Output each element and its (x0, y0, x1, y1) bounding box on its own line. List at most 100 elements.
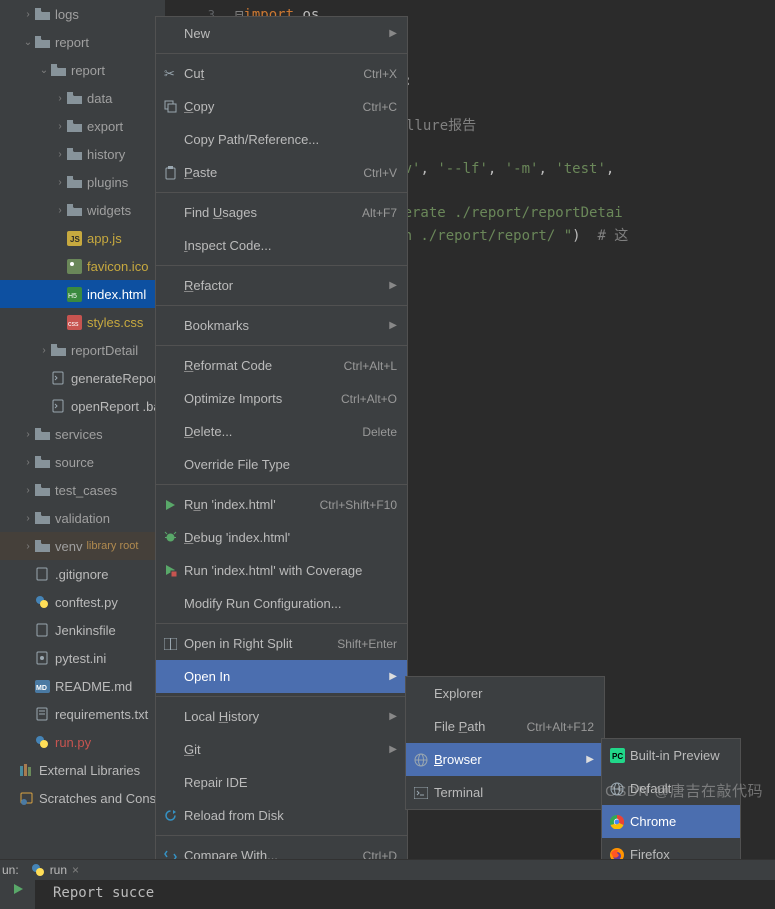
tree-item-export[interactable]: ›export (0, 112, 165, 140)
tree-item-widgets[interactable]: ›widgets (0, 196, 165, 224)
tree-item-conftest-py[interactable]: conftest.py (0, 588, 165, 616)
close-icon[interactable]: × (72, 863, 79, 877)
folder-icon (50, 342, 66, 358)
chevron-icon[interactable]: › (54, 177, 66, 188)
menu-item-reload-from-disk[interactable]: Reload from Disk (156, 799, 407, 832)
menu-item-built-in-preview[interactable]: PCBuilt-in Preview (602, 739, 740, 772)
menu-item-open-in-right-split[interactable]: Open in Right SplitShift+Enter (156, 627, 407, 660)
menu-item-terminal[interactable]: Terminal (406, 776, 604, 809)
chevron-icon[interactable]: › (22, 457, 34, 468)
menu-item-label: Open In (184, 669, 389, 684)
menu-item-paste[interactable]: PasteCtrl+V (156, 156, 407, 189)
tree-item-pytest-ini[interactable]: pytest.ini (0, 644, 165, 672)
svg-text:css: css (68, 321, 79, 328)
scr-icon (18, 790, 34, 806)
menu-item-browser[interactable]: Browser▶ (406, 743, 604, 776)
debug-icon (164, 531, 184, 544)
menu-item-find-usages[interactable]: Find UsagesAlt+F7 (156, 196, 407, 229)
chevron-icon[interactable]: › (22, 429, 34, 440)
tree-item-logs[interactable]: ›logs (0, 0, 165, 28)
chevron-icon[interactable]: ⌄ (22, 37, 34, 48)
run-icon[interactable] (12, 883, 24, 895)
run-tab-label: run (50, 863, 67, 877)
tree-item-requirements-txt[interactable]: requirements.txt (0, 700, 165, 728)
tree-item-data[interactable]: ›data (0, 84, 165, 112)
chevron-icon[interactable]: › (22, 9, 34, 20)
chevron-icon[interactable]: › (38, 345, 50, 356)
menu-item-repair-ide[interactable]: Repair IDE (156, 766, 407, 799)
menu-item-new[interactable]: New▶ (156, 17, 407, 50)
menu-item-inspect-code-[interactable]: Inspect Code... (156, 229, 407, 262)
tree-item-source[interactable]: ›source (0, 448, 165, 476)
tree-item-label: README.md (55, 679, 132, 694)
menu-item-run-index-html-with-coverage[interactable]: Run 'index.html' with Coverage (156, 554, 407, 587)
tree-item-reportDetail[interactable]: ›reportDetail (0, 336, 165, 364)
chevron-icon[interactable]: › (22, 485, 34, 496)
tree-item-README-md[interactable]: MDREADME.md (0, 672, 165, 700)
browser-submenu[interactable]: PCBuilt-in PreviewDefaultChromeFirefox (601, 738, 741, 872)
menu-item-reformat-code[interactable]: Reformat CodeCtrl+Alt+L (156, 349, 407, 382)
menu-item-open-in[interactable]: Open In▶ (156, 660, 407, 693)
menu-item-run-index-html-[interactable]: Run 'index.html'Ctrl+Shift+F10 (156, 488, 407, 521)
menu-item-debug-index-html-[interactable]: Debug 'index.html' (156, 521, 407, 554)
tree-item-openReport-ba[interactable]: openReport .ba (0, 392, 165, 420)
menu-item-copy-path-reference-[interactable]: Copy Path/Reference... (156, 123, 407, 156)
open-in-submenu[interactable]: ExplorerFile PathCtrl+Alt+F12Browser▶Ter… (405, 676, 605, 810)
tree-item-generateReport[interactable]: generateReport (0, 364, 165, 392)
menu-item-bookmarks[interactable]: Bookmarks▶ (156, 309, 407, 342)
tree-item-app-js[interactable]: JSapp.js (0, 224, 165, 252)
tree-item-External-Libraries[interactable]: External Libraries (0, 756, 165, 784)
menu-item-label: Find Usages (184, 205, 362, 220)
tree-item-label: report (55, 35, 89, 50)
chevron-icon[interactable]: › (54, 149, 66, 160)
menu-item-git[interactable]: Git▶ (156, 733, 407, 766)
chevron-icon[interactable]: › (22, 513, 34, 524)
chevron-icon[interactable]: › (54, 93, 66, 104)
tree-item-Jenkinsfile[interactable]: Jenkinsfile (0, 616, 165, 644)
menu-item-override-file-type[interactable]: Override File Type (156, 448, 407, 481)
tree-item-label: .gitignore (55, 567, 108, 582)
chevron-icon[interactable]: › (22, 541, 34, 552)
py-icon (34, 734, 50, 750)
tree-item-venv[interactable]: ›venvlibrary root (0, 532, 165, 560)
run-tab[interactable]: run × (23, 863, 87, 877)
menu-item-cut[interactable]: ✂CutCtrl+X (156, 57, 407, 90)
tree-item-favicon-ico[interactable]: favicon.ico (0, 252, 165, 280)
menu-item-optimize-imports[interactable]: Optimize ImportsCtrl+Alt+O (156, 382, 407, 415)
tree-item-styles-css[interactable]: cssstyles.css (0, 308, 165, 336)
menu-item-explorer[interactable]: Explorer (406, 677, 604, 710)
tree-item-Scratches-and-Consol[interactable]: Scratches and Consol (0, 784, 165, 812)
context-menu[interactable]: New▶ ✂CutCtrl+XCopyCtrl+CCopy Path/Refere… (155, 16, 408, 873)
chevron-icon[interactable]: › (54, 121, 66, 132)
project-tree[interactable]: ›logs⌄report⌄report›data›export›history›… (0, 0, 165, 909)
tree-item-report[interactable]: ⌄report (0, 56, 165, 84)
submenu-arrow-icon: ▶ (389, 744, 397, 755)
tree-item-report[interactable]: ⌄ report (0, 28, 165, 56)
menu-item-file-path[interactable]: File PathCtrl+Alt+F12 (406, 710, 604, 743)
separator (156, 835, 407, 836)
tree-item-plugins[interactable]: › plugins (0, 168, 165, 196)
console[interactable]: Report succe (0, 880, 775, 909)
tree-item--gitignore[interactable]: .gitignore (0, 560, 165, 588)
menu-item-local-history[interactable]: Local History▶ (156, 700, 407, 733)
chevron-icon[interactable]: ⌄ (38, 65, 50, 76)
shortcut: Ctrl+C (363, 100, 397, 114)
menu-item-default[interactable]: Default (602, 772, 740, 805)
menu-item-copy[interactable]: CopyCtrl+C (156, 90, 407, 123)
menu-item-modify-run-configuration-[interactable]: Modify Run Configuration... (156, 587, 407, 620)
tree-item-run-py[interactable]: run.py (0, 728, 165, 756)
tree-item-label: plugins (87, 175, 128, 190)
menu-item-label: Cut (184, 66, 363, 81)
folder-icon (66, 118, 82, 134)
menu-item-label: Optimize Imports (184, 391, 341, 406)
menu-item-refactor[interactable]: Refactor▶ (156, 269, 407, 302)
tree-item-history[interactable]: ›history (0, 140, 165, 168)
tree-item-test_cases[interactable]: ›test_cases (0, 476, 165, 504)
folder-icon (34, 538, 50, 554)
tree-item-index-html[interactable]: H5index.html (0, 280, 165, 308)
menu-item-delete-[interactable]: Delete...Delete (156, 415, 407, 448)
chevron-icon[interactable]: › (54, 205, 66, 216)
tree-item-validation[interactable]: ›validation (0, 504, 165, 532)
tree-item-services[interactable]: ›services (0, 420, 165, 448)
menu-item-chrome[interactable]: Chrome (602, 805, 740, 838)
